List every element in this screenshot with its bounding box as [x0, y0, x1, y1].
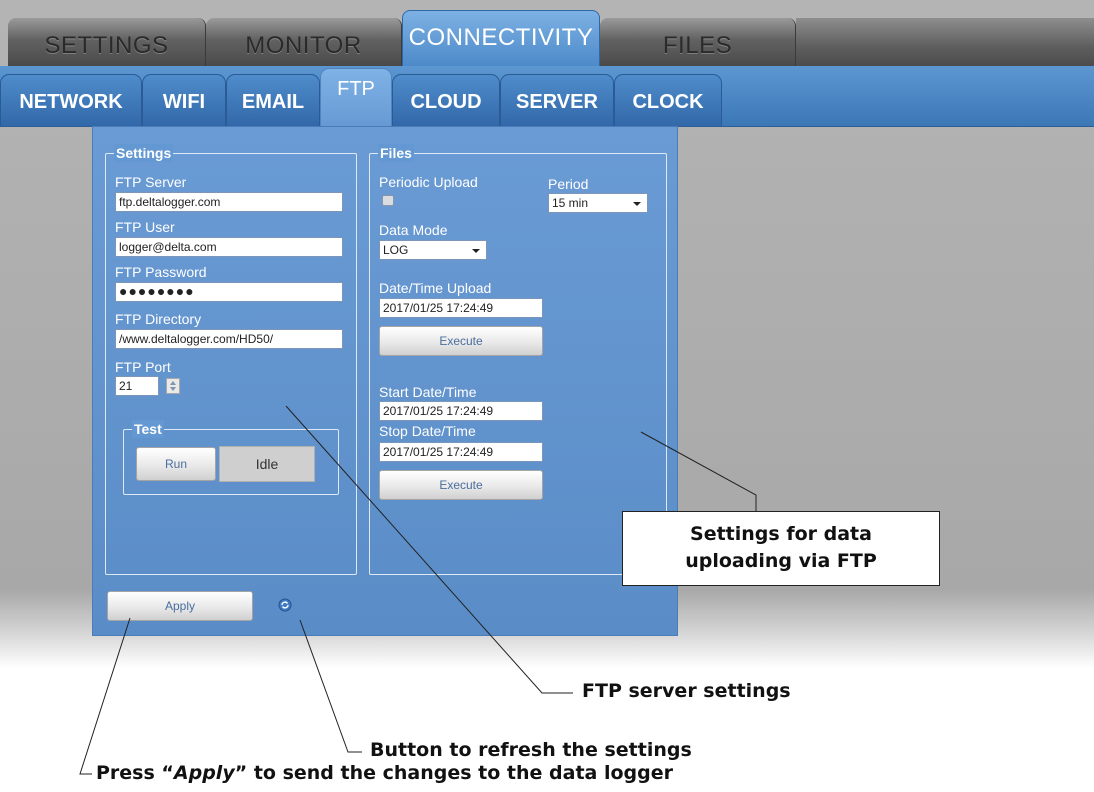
tab-monitor[interactable]: MONITOR [206, 18, 402, 66]
callout-line-1: Settings for data [690, 523, 872, 545]
chevron-down-icon [472, 249, 480, 253]
ftp-directory-label: FTP Directory [115, 311, 202, 327]
tab-connectivity[interactable]: CONNECTIVITY [402, 10, 600, 66]
start-datetime-label: Start Date/Time [379, 384, 477, 400]
ftp-user-label: FTP User [115, 219, 175, 235]
data-mode-select[interactable]: LOG [379, 240, 487, 260]
test-legend: Test [132, 420, 164, 438]
apply-button[interactable]: Apply [107, 591, 253, 621]
settings-group: Settings FTP Server ftp.deltalogger.com … [105, 144, 357, 575]
tab-files[interactable]: FILES [600, 18, 796, 66]
run-button[interactable]: Run [136, 447, 216, 481]
subtab-server[interactable]: SERVER [500, 74, 614, 126]
callout-ftp-upload: Settings for data uploading via FTP [622, 511, 940, 586]
annotation-ftp-server-settings: FTP server settings [582, 680, 791, 702]
period-label: Period [548, 176, 589, 192]
ftp-password-label: FTP Password [115, 264, 207, 280]
annotation-apply-prefix: Press “ [96, 762, 174, 784]
execute-range-button[interactable]: Execute [379, 470, 543, 500]
test-status: Idle [219, 446, 315, 482]
periodic-upload-checkbox[interactable] [382, 195, 394, 206]
execute-upload-button[interactable]: Execute [379, 326, 543, 356]
period-value: 15 min [552, 196, 589, 210]
data-mode-value: LOG [383, 243, 409, 257]
port-stepper-icon[interactable] [166, 378, 180, 394]
stop-datetime-label: Stop Date/Time [379, 423, 476, 439]
periodic-upload-label: Periodic Upload [379, 174, 478, 190]
data-mode-label: Data Mode [379, 222, 448, 238]
ftp-port-label: FTP Port [115, 359, 171, 375]
subtab-email[interactable]: EMAIL [226, 74, 320, 126]
ftp-port-value: 21 [119, 379, 133, 393]
files-legend: Files [378, 144, 414, 162]
ftp-settings-panel: Settings FTP Server ftp.deltalogger.com … [92, 126, 678, 636]
ftp-user-input[interactable]: logger@delta.com [115, 237, 343, 257]
ftp-port-input[interactable]: 21 [115, 376, 180, 396]
test-group: Test Run Idle [123, 420, 339, 495]
ftp-directory-input[interactable]: /www.deltalogger.com/HD50/ [115, 329, 343, 349]
subtab-ftp[interactable]: FTP [320, 68, 392, 128]
callout-line-2: uploading via FTP [685, 550, 877, 572]
annotation-apply: Press “Apply” to send the changes to the… [96, 762, 673, 784]
annotation-apply-word: Apply [173, 762, 235, 784]
period-select[interactable]: 15 min [548, 193, 648, 213]
subtab-network[interactable]: NETWORK [0, 74, 142, 126]
subtab-clock[interactable]: CLOCK [614, 74, 722, 126]
ftp-server-label: FTP Server [115, 174, 187, 190]
start-datetime-input[interactable]: 2017/01/25 17:24:49 [379, 401, 543, 421]
subtab-cloud[interactable]: CLOUD [392, 74, 500, 126]
annotation-refresh-button: Button to refresh the settings [370, 739, 692, 761]
stop-datetime-input[interactable]: 2017/01/25 17:24:49 [379, 442, 543, 462]
refresh-icon[interactable] [278, 598, 292, 612]
annotation-apply-suffix: ” to send the changes to the data logger [234, 762, 673, 784]
chevron-down-icon [633, 202, 641, 206]
subtab-wifi[interactable]: WIFI [142, 74, 226, 126]
ftp-password-input[interactable]: ●●●●●●●● [115, 282, 343, 302]
tab-settings[interactable]: SETTINGS [8, 18, 206, 66]
ftp-server-input[interactable]: ftp.deltalogger.com [115, 192, 343, 212]
datetime-upload-input[interactable]: 2017/01/25 17:24:49 [379, 298, 543, 318]
tab-bar-filler [796, 18, 1094, 66]
settings-legend: Settings [114, 144, 174, 162]
datetime-upload-label: Date/Time Upload [379, 280, 492, 296]
